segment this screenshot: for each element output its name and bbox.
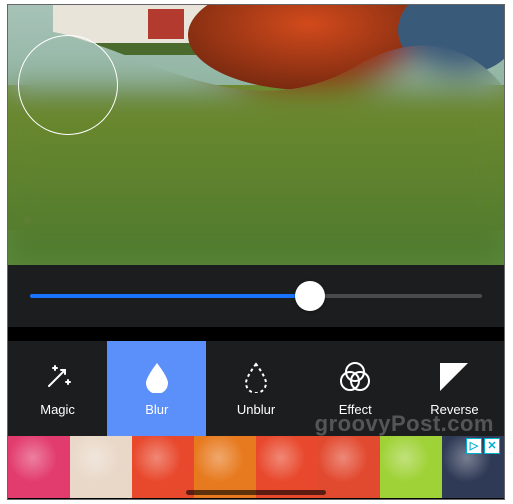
brush-size-slider[interactable] [30,286,482,306]
tool-label: Unblur [237,402,275,417]
tool-magic[interactable]: Magic [8,341,107,436]
ad-banner[interactable]: ▷ ✕ [8,436,504,498]
slider-track-fill [30,294,310,298]
ad-thumbnail[interactable] [8,436,70,498]
adchoices-icon[interactable]: ▷ [466,438,482,454]
tool-label: Magic [40,402,75,417]
ad-thumbnail[interactable] [318,436,380,498]
ad-thumbnail[interactable] [132,436,194,498]
tool-effect[interactable]: Effect [306,341,405,436]
tool-label: Effect [339,402,372,417]
ad-thumbnail[interactable] [380,436,442,498]
ad-controls: ▷ ✕ [466,438,500,454]
ad-thumbnail[interactable] [256,436,318,498]
brush-size-indicator [18,35,118,135]
tool-blur[interactable]: Blur [107,341,206,436]
overlapping-circles-icon [338,360,372,394]
tool-label: Reverse [430,402,478,417]
tool-reverse[interactable]: Reverse [405,341,504,436]
home-indicator [186,490,326,495]
water-drop-icon [140,360,174,394]
app-frame: Magic Blur Unblur Effec [7,4,505,500]
ad-thumbnail[interactable] [70,436,132,498]
slider-row [8,265,504,327]
magic-wand-icon [41,360,75,394]
slider-thumb[interactable] [295,281,325,311]
ad-close-icon[interactable]: ✕ [484,438,500,454]
invert-triangle-icon [437,360,471,394]
photo-canvas[interactable] [8,5,504,265]
ad-thumbnail[interactable] [194,436,256,498]
tool-label: Blur [145,402,168,417]
tool-bar: Magic Blur Unblur Effec [8,341,504,436]
tool-unblur[interactable]: Unblur [206,341,305,436]
water-drop-outline-icon [239,360,273,394]
